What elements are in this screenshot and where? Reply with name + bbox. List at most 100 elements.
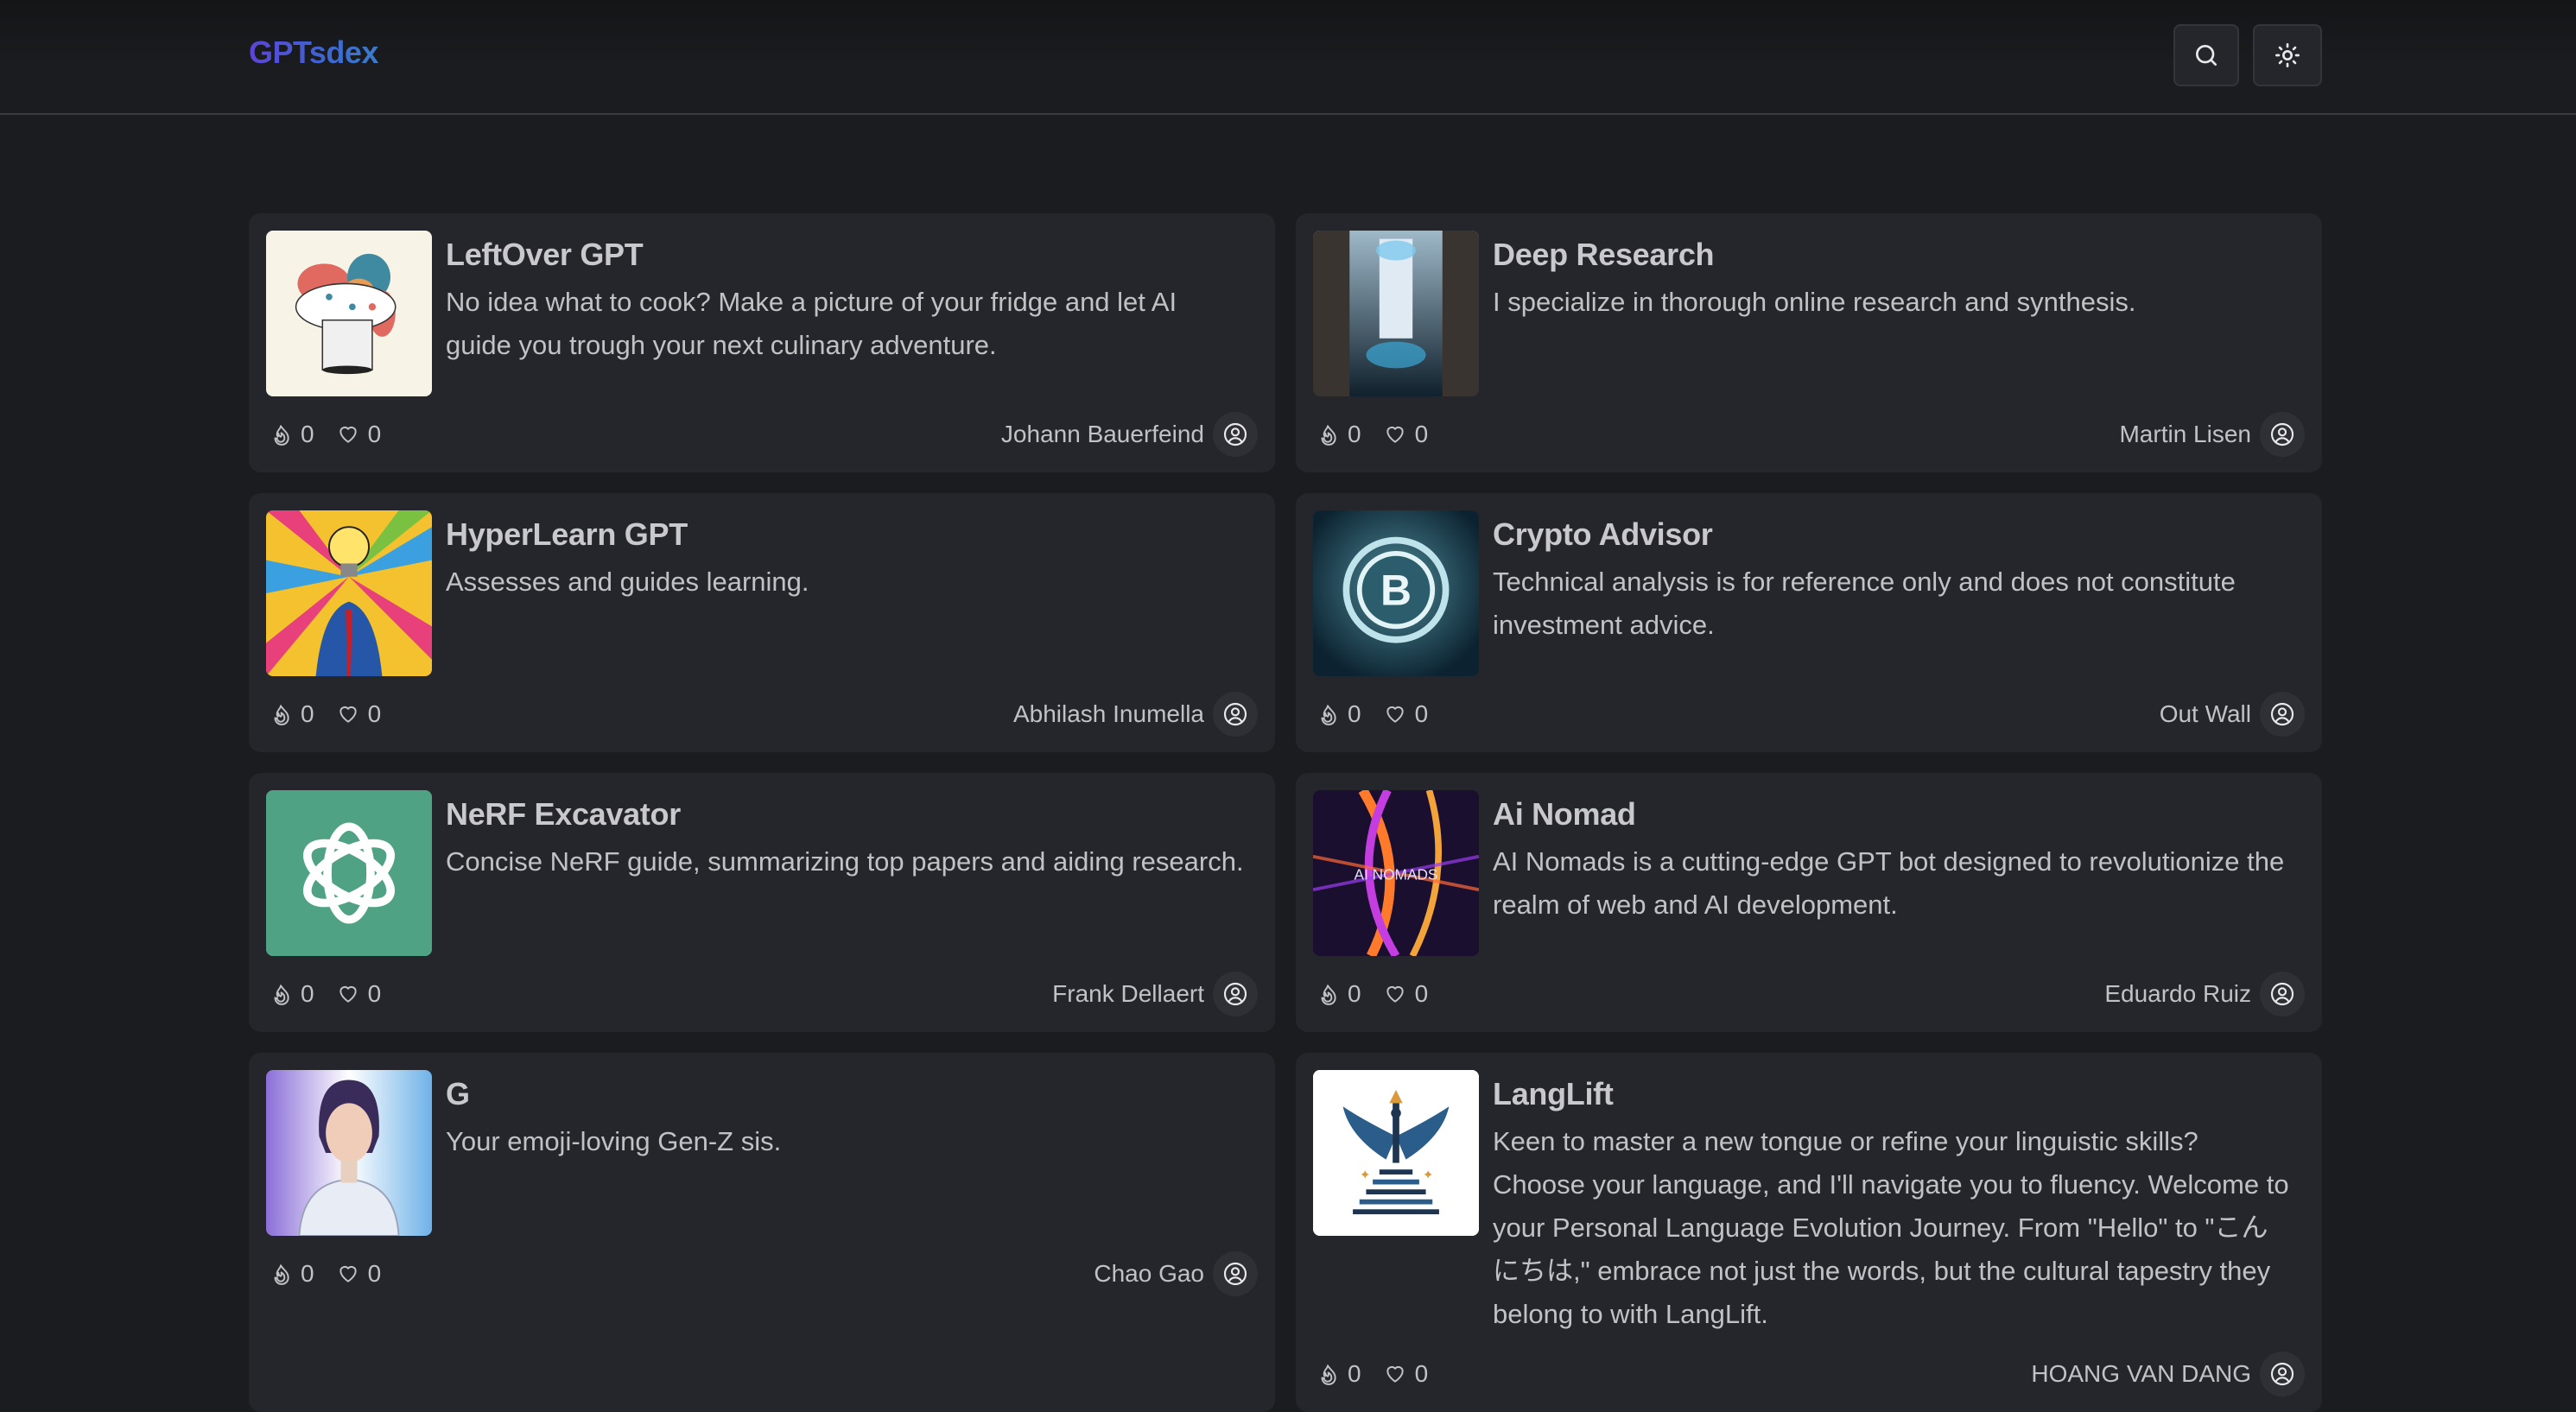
site-logo[interactable]: GPTsdex	[249, 35, 378, 71]
uses-count: 0	[1348, 980, 1361, 1007]
uses-stat: 0	[270, 700, 314, 728]
top-navbar: GPTsdex	[0, 0, 2576, 115]
uses-count: 0	[301, 421, 314, 447]
heart-icon	[339, 426, 357, 443]
user-circle-icon	[1223, 982, 1247, 1006]
user-circle-icon	[1223, 422, 1247, 446]
gpt-title[interactable]: Ai Nomad	[1493, 794, 2305, 835]
gpt-title[interactable]: LangLift	[1493, 1073, 2305, 1115]
avatar	[2260, 1352, 2305, 1396]
gpt-description: No idea what to cook? Make a picture of …	[446, 287, 1177, 360]
flame-icon	[274, 1264, 289, 1285]
gpt-card[interactable]: ✦ ✦ LangLift Keen to master a new tongue…	[1296, 1053, 2322, 1412]
gpt-title[interactable]: NeRF Excavator	[446, 794, 1258, 835]
likes-count: 0	[367, 980, 382, 1007]
bitcoin-coin-icon: B	[1313, 510, 1479, 676]
flame-icon	[274, 985, 289, 1005]
winged-staircase-logo-icon: ✦ ✦	[1313, 1070, 1479, 1236]
gpt-description: I specialize in thorough online research…	[1493, 287, 2136, 317]
gpt-title[interactable]: Crypto Advisor	[1493, 514, 2305, 555]
likes-count: 0	[1414, 1360, 1429, 1387]
flame-icon	[1321, 425, 1336, 446]
theme-toggle-button[interactable]	[2253, 24, 2322, 86]
likes-stat[interactable]: 0	[337, 421, 382, 448]
gpt-thumbnail	[266, 510, 432, 676]
author-link[interactable]: Eduardo Ruiz	[2104, 972, 2305, 1016]
gpt-thumbnail: B	[1313, 510, 1479, 676]
gpt-card[interactable]: NeRF Excavator Concise NeRF guide, summa…	[249, 773, 1275, 1032]
author-link[interactable]: Chao Gao	[1094, 1251, 1258, 1296]
chef-hat-illustration-icon	[266, 231, 432, 396]
gpt-card[interactable]: HyperLearn GPT Assesses and guides learn…	[249, 493, 1275, 752]
likes-stat[interactable]: 0	[1384, 700, 1428, 728]
likes-stat[interactable]: 0	[337, 1260, 382, 1288]
uses-stat: 0	[1317, 700, 1361, 728]
avatar	[1213, 1251, 1258, 1296]
gpt-title[interactable]: HyperLearn GPT	[446, 514, 822, 555]
user-circle-icon	[2270, 702, 2294, 726]
heart-icon	[1386, 985, 1404, 1003]
openai-logo-icon	[266, 790, 432, 956]
likes-stat[interactable]: 0	[1384, 1360, 1429, 1388]
gpt-description: Concise NeRF guide, summarizing top pape…	[446, 846, 1244, 877]
flame-icon	[1321, 1365, 1336, 1385]
likes-stat[interactable]: 0	[337, 980, 382, 1008]
author-link[interactable]: Frank Dellaert	[1052, 972, 1258, 1016]
svg-text:✦: ✦	[1360, 1168, 1371, 1183]
gpt-title[interactable]: LeftOver GPT	[446, 234, 1258, 275]
thumb-text: AI NOMADS	[1355, 866, 1438, 883]
heart-icon	[339, 706, 357, 723]
gpt-title[interactable]: Deep Research	[1493, 234, 2149, 275]
avatar	[2260, 692, 2305, 737]
avatar	[2260, 972, 2305, 1016]
gpt-card[interactable]: AI NOMADS Ai Nomad AI Nomads is a cuttin…	[1296, 773, 2322, 1032]
gpt-card[interactable]: G Your emoji-loving Gen-Z sis. 0 0 Chao …	[249, 1053, 1275, 1412]
gpt-thumbnail	[266, 790, 432, 956]
gpt-thumbnail: ✦ ✦	[1313, 1070, 1479, 1236]
author-name: Abhilash Inumella	[1012, 700, 1204, 727]
likes-stat[interactable]: 0	[1384, 980, 1428, 1008]
heart-icon	[339, 985, 357, 1003]
gpt-card-grid: LeftOver GPT No idea what to cook? Make …	[249, 213, 2322, 1412]
search-button[interactable]	[2173, 24, 2239, 86]
gpt-card[interactable]: Deep Research I specialize in thorough o…	[1296, 213, 2322, 472]
user-circle-icon	[2270, 1362, 2294, 1386]
author-name: HOANG VAN DANG	[2031, 1360, 2251, 1387]
author-link[interactable]: Out Wall	[2160, 692, 2305, 737]
author-link[interactable]: Martin Lisen	[2119, 412, 2305, 457]
author-link[interactable]: Abhilash Inumella	[1013, 692, 1258, 737]
gpt-thumbnail	[266, 231, 432, 396]
uses-count: 0	[301, 980, 314, 1007]
uses-stat: 0	[270, 1260, 314, 1288]
flame-icon	[274, 705, 289, 725]
author-name: Johann Bauerfeind	[1000, 421, 1204, 447]
ai-nomads-neon-icon: AI NOMADS	[1313, 790, 1479, 956]
heart-icon	[339, 1265, 357, 1282]
svg-text:✦: ✦	[1423, 1168, 1434, 1183]
author-link[interactable]: HOANG VAN DANG	[2031, 1352, 2305, 1396]
author-name: Martin Lisen	[2119, 421, 2251, 447]
avatar	[1213, 692, 1258, 737]
flame-icon	[1321, 985, 1336, 1005]
svg-text:B: B	[1380, 566, 1412, 614]
likes-stat[interactable]: 0	[1384, 421, 1428, 448]
gpt-description: Assesses and guides learning.	[446, 567, 809, 597]
author-name: Out Wall	[2159, 700, 2251, 727]
gpt-description: Technical analysis is for reference only…	[1493, 567, 2236, 640]
likes-stat[interactable]: 0	[337, 700, 381, 728]
uses-stat: 0	[270, 980, 314, 1008]
pop-art-lightbulb-head-icon	[266, 510, 432, 676]
author-name: Frank Dellaert	[1052, 980, 1204, 1007]
flame-icon	[274, 425, 289, 446]
gpt-card[interactable]: B Crypto Advisor Technical analysis is f…	[1296, 493, 2322, 752]
gpt-title[interactable]: G	[446, 1073, 795, 1115]
uses-stat: 0	[1317, 980, 1361, 1008]
gpt-thumbnail	[1313, 231, 1479, 396]
futuristic-library-icon	[1313, 231, 1479, 396]
uses-count: 0	[301, 700, 314, 727]
likes-count: 0	[367, 1260, 382, 1287]
gpt-card[interactable]: LeftOver GPT No idea what to cook? Make …	[249, 213, 1275, 472]
author-link[interactable]: Johann Bauerfeind	[1001, 412, 1258, 457]
likes-count: 0	[367, 421, 382, 447]
user-circle-icon	[1223, 1262, 1247, 1286]
